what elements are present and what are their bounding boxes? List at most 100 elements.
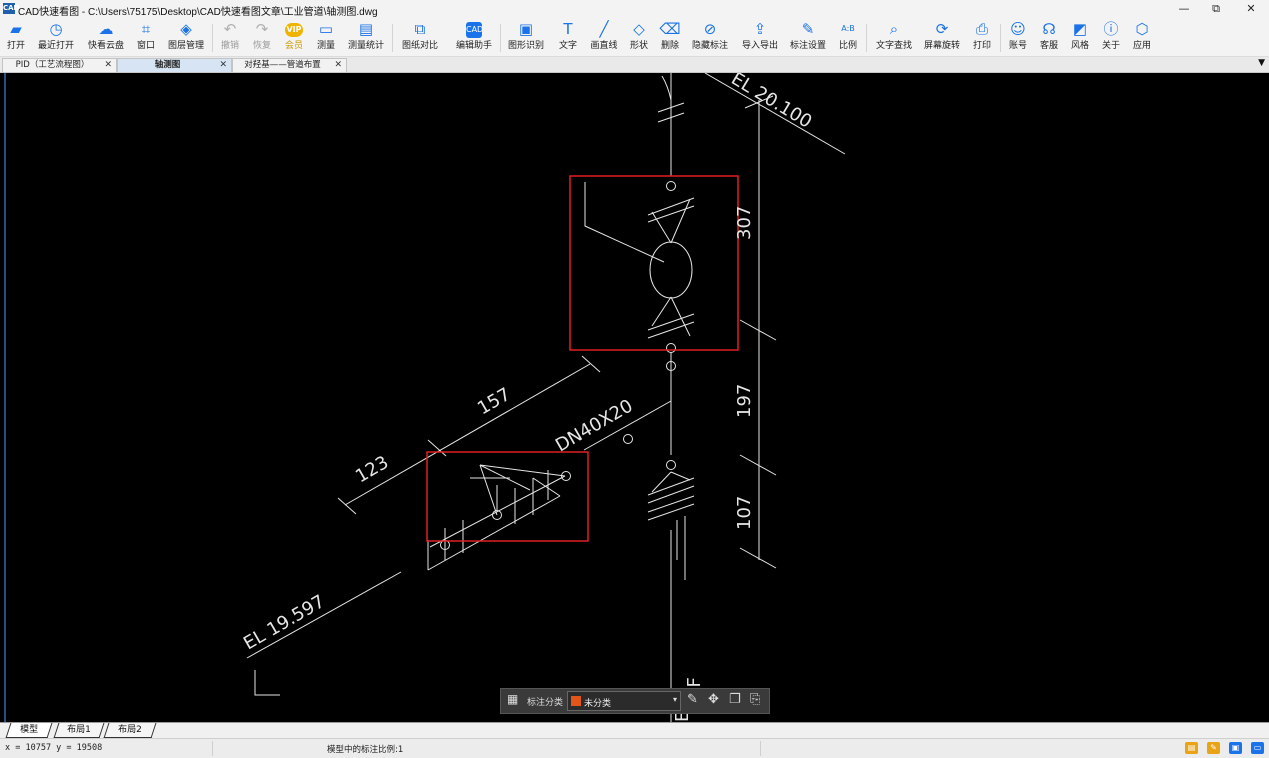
- close-window-button[interactable]: ✕: [1233, 0, 1269, 18]
- search-icon: ⌕: [889, 20, 899, 38]
- tab-model[interactable]: 模型: [5, 723, 53, 738]
- layers-button[interactable]: ◈ 图层管理: [166, 18, 206, 56]
- scale-icon: A:B: [841, 24, 855, 33]
- status-bar: x = 10757 y = 19508 模型中的标注比例:1 ▤ ✎ ▣ ▭: [0, 738, 1269, 758]
- account-button[interactable]: ☺ 账号: [1006, 18, 1030, 56]
- edit-icon[interactable]: ✎: [687, 692, 698, 707]
- tab-pid[interactable]: PID（工艺流程图） ✕: [2, 58, 117, 72]
- tab-list-dropdown-icon[interactable]: ▼: [1258, 58, 1265, 68]
- shape-icon: ◇: [633, 20, 645, 38]
- hide-icon: ⊘: [703, 20, 717, 38]
- style-button[interactable]: ◩ 风格: [1068, 18, 1092, 56]
- measure-stats-button[interactable]: ▤ 测量统计: [346, 18, 386, 56]
- toolbar-divider: [500, 24, 501, 52]
- compare-button[interactable]: ⧉ 图纸对比: [400, 18, 440, 56]
- tab-layout1[interactable]: 布局1: [53, 723, 105, 738]
- snap-icon[interactable]: ▤: [1185, 742, 1198, 754]
- move-icon[interactable]: ✥: [708, 692, 719, 707]
- annotation-category-select[interactable]: 未分类 ▾: [567, 691, 681, 711]
- tab-piping-layout[interactable]: 对羟基——管道布置 ✕: [232, 58, 347, 72]
- stats-icon: ▤: [358, 20, 374, 38]
- elevation-bottom-label: EL 19.597: [240, 591, 329, 654]
- headset-icon: ☊: [1042, 20, 1056, 38]
- undo-button[interactable]: ↶ 撤销: [218, 18, 242, 56]
- tab-isometric[interactable]: 轴测图 ✕: [117, 58, 232, 72]
- rotate-screen-button[interactable]: ⟳ 屏幕旋转: [922, 18, 962, 56]
- paste-icon[interactable]: ⎘: [750, 692, 760, 707]
- about-button[interactable]: ⓘ 关于: [1099, 18, 1123, 56]
- dimension-107-label: 107: [734, 496, 755, 530]
- vip-button[interactable]: VIP 会员: [282, 18, 306, 56]
- edit-helper-button[interactable]: CAD 编辑助手: [454, 18, 494, 56]
- dimension-123-label: 123: [352, 452, 392, 487]
- drawing-canvas[interactable]: EL 20.100 307 197 107 157 123 DN40X20 EL…: [0, 73, 1269, 722]
- category-selected-value: 未分类: [584, 699, 612, 709]
- measure-button[interactable]: ▭ 测量: [314, 18, 338, 56]
- toolbar-divider: [212, 24, 213, 52]
- style-icon: ◩: [1072, 20, 1088, 38]
- recent-button[interactable]: ◷ 最近打开: [36, 18, 76, 56]
- scale-button[interactable]: A:B 比例: [836, 18, 860, 56]
- shape-button[interactable]: ◇ 形状: [627, 18, 651, 56]
- settings-icon: ✎: [801, 20, 815, 38]
- close-icon[interactable]: ✕: [219, 59, 227, 72]
- print-button[interactable]: ⎙ 打印: [970, 18, 994, 56]
- isometric-drawing: EL 20.100 307 197 107 157 123 DN40X20 EL…: [4, 73, 846, 722]
- text-icon: T: [563, 20, 573, 38]
- category-color-swatch: [571, 696, 581, 706]
- toolbar-divider: [1000, 24, 1001, 52]
- edit-helper-icon: CAD: [466, 21, 483, 38]
- hide-annotation-button[interactable]: ⊘ 隐藏标注: [690, 18, 730, 56]
- rotate-icon: ⟳: [935, 20, 949, 38]
- annotation-scale-text: 模型中的标注比例:1: [327, 745, 404, 755]
- window-title: CAD快速看图 - C:\Users\75175\Desktop\CAD快速看图…: [18, 7, 378, 18]
- annotation-settings-button[interactable]: ✎ 标注设置: [788, 18, 828, 56]
- document-tabs: PID（工艺流程图） ✕ 轴测图 ✕ 对羟基——管道布置 ✕ ▼: [0, 57, 1269, 73]
- tab-layout2[interactable]: 布局2: [103, 723, 157, 738]
- status-divider: [212, 741, 213, 756]
- title-bar: CAD CAD快速看图 - C:\Users\75175\Desktop\CAD…: [0, 0, 1269, 18]
- export-icon: ⇪: [753, 20, 767, 38]
- compare-icon: ⧉: [414, 20, 426, 38]
- line-icon: ╱: [599, 20, 609, 38]
- close-icon[interactable]: ✕: [104, 59, 112, 72]
- undo-icon: ↶: [223, 20, 237, 38]
- annotation-category-label: 标注分类: [527, 698, 564, 708]
- layout-tabs: 模型 布局1 布局2: [0, 722, 1269, 738]
- support-button[interactable]: ☊ 客服: [1037, 18, 1061, 56]
- delete-button[interactable]: ⌫ 删除: [658, 18, 682, 56]
- fullscreen-icon[interactable]: ▭: [1251, 742, 1264, 754]
- window-button[interactable]: ⌗ 窗口: [134, 18, 158, 56]
- elevation-top-label: EL 20.100: [727, 73, 815, 133]
- cloud-icon: ☁: [98, 20, 114, 38]
- grid-icon[interactable]: ▦: [507, 692, 518, 706]
- recognize-icon: ▣: [518, 20, 534, 38]
- dimension-197-label: 197: [734, 384, 755, 418]
- import-export-button[interactable]: ⇪ 导入导出: [740, 18, 780, 56]
- cloud-button[interactable]: ☁ 快看云盘: [86, 18, 126, 56]
- line-button[interactable]: ╱ 画直线: [588, 18, 620, 56]
- folder-icon: ▰: [10, 20, 22, 38]
- note-icon[interactable]: ✎: [1207, 742, 1220, 754]
- apps-button[interactable]: ⬡ 应用: [1130, 18, 1154, 56]
- open-button[interactable]: ▰ 打开: [4, 18, 28, 56]
- redo-button[interactable]: ↷ 恢复: [250, 18, 274, 56]
- user-icon: ☺: [1010, 20, 1026, 38]
- close-icon[interactable]: ✕: [334, 59, 342, 72]
- pc-icon[interactable]: ▣: [1229, 742, 1242, 754]
- info-icon: ⓘ: [1103, 20, 1119, 38]
- eraser-icon: ⌫: [659, 20, 681, 38]
- restore-button[interactable]: ⧉: [1198, 0, 1234, 18]
- copy-icon[interactable]: ❐: [729, 692, 741, 707]
- toolbar-divider: [392, 24, 393, 52]
- status-divider: [760, 741, 761, 756]
- dimension-157-label: 157: [474, 384, 514, 419]
- minimize-button[interactable]: —: [1166, 0, 1202, 18]
- text-button[interactable]: T 文字: [556, 18, 580, 56]
- vip-icon: VIP: [285, 22, 303, 37]
- shape-recognize-button[interactable]: ▣ 图形识别: [506, 18, 546, 56]
- cursor-coordinates: x = 10757 y = 19508: [5, 743, 103, 753]
- text-search-button[interactable]: ⌕ 文字查找: [874, 18, 914, 56]
- chevron-down-icon: ▾: [672, 695, 677, 704]
- window-icon: ⌗: [141, 20, 151, 38]
